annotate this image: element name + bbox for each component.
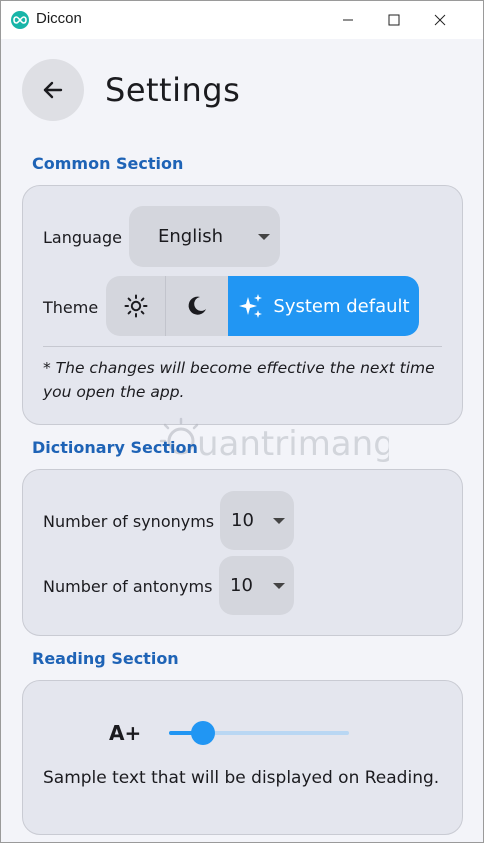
chevron-down-icon [258,234,270,240]
divider [43,346,442,347]
synonyms-label: Number of synonyms [43,512,215,531]
close-icon [434,14,446,26]
maximize-icon [388,14,400,26]
dictionary-section-title: Dictionary Section [32,438,198,457]
language-value: English [158,226,223,247]
theme-dark-option[interactable] [166,276,228,336]
theme-system-option[interactable]: System default [228,276,419,336]
font-size-icon: A+ [109,721,142,745]
font-size-slider[interactable] [169,721,349,745]
app-logo-icon [11,11,29,29]
sparkles-icon [239,294,263,318]
theme-system-label: System default [273,295,410,317]
chevron-down-icon [273,583,285,589]
close-button[interactable] [417,1,463,39]
common-section-title: Common Section [32,154,184,173]
theme-selector: System default [106,276,419,336]
common-section-card: Language English Theme System default * … [22,185,463,425]
maximize-button[interactable] [371,1,417,39]
minimize-icon [343,19,353,21]
reading-section-title: Reading Section [32,649,179,668]
back-button[interactable] [22,59,84,121]
chevron-down-icon [273,518,285,524]
slider-thumb[interactable] [190,721,215,745]
window-title: Diccon [36,10,82,27]
page-title: Settings [105,71,241,109]
antonyms-label: Number of antonyms [43,577,213,596]
sun-icon [124,294,147,318]
theme-label: Theme [43,298,99,317]
language-label: Language [43,228,122,247]
moon-icon [188,296,206,315]
minimize-button[interactable] [325,1,371,39]
antonyms-dropdown[interactable]: 10 [219,556,294,615]
sample-text: Sample text that will be displayed on Re… [43,768,440,788]
synonyms-value: 10 [231,510,254,531]
title-bar[interactable]: Diccon [1,1,483,39]
synonyms-dropdown[interactable]: 10 [220,491,294,550]
dictionary-section-card: Number of synonyms 10 Number of antonyms… [22,469,463,636]
watermark-text: uantrimang [197,424,389,464]
language-dropdown[interactable]: English [129,206,280,267]
reading-section-card: A+ Sample text that will be displayed on… [22,680,463,835]
restart-note: * The changes will become effective the … [43,359,435,401]
app-window: Diccon Settings Common Section Language [0,0,484,843]
theme-light-option[interactable] [106,276,166,336]
arrow-left-icon [43,81,63,99]
antonyms-value: 10 [230,575,253,596]
